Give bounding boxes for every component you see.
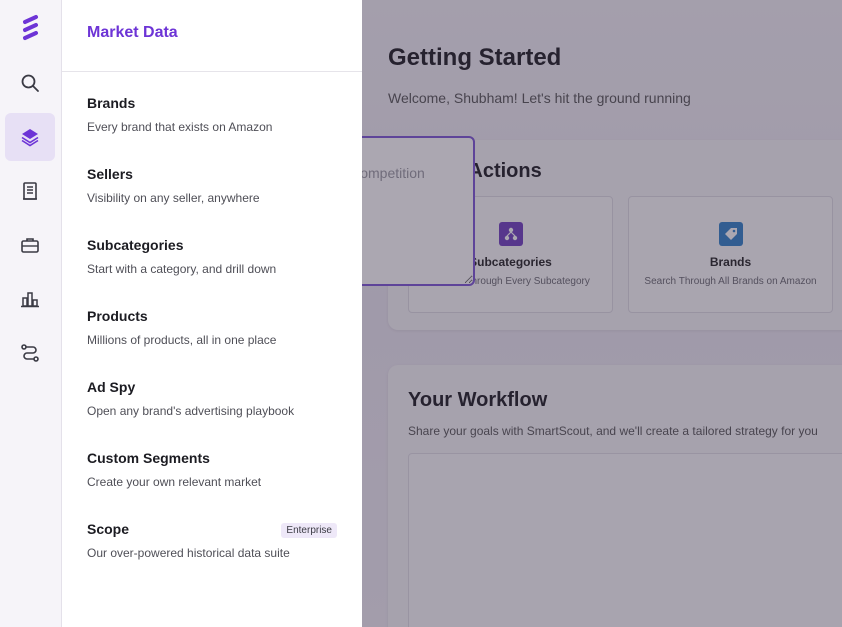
- menu-item-desc: Open any brand's advertising playbook: [87, 404, 295, 418]
- search-icon: [21, 74, 39, 92]
- rail-analytics[interactable]: [5, 275, 55, 323]
- rail-tools[interactable]: [5, 221, 55, 269]
- bar-chart-icon: [21, 292, 39, 308]
- menu-item-desc: Every brand that exists on Amazon: [87, 120, 273, 134]
- menu-item-custom-segments[interactable]: Custom Segments Create your own relevant…: [87, 450, 337, 510]
- layers-icon: [21, 129, 39, 147]
- briefcase-icon: [21, 238, 39, 253]
- menu-item-title: Subcategories: [87, 237, 184, 253]
- rail-market-data[interactable]: [5, 113, 55, 161]
- menu-item-desc: Start with a category, and drill down: [87, 262, 277, 276]
- icon-rail: [0, 0, 62, 627]
- menu-item-title: Brands: [87, 95, 136, 111]
- menu-item-title: Products: [87, 308, 148, 324]
- menu-item-title: Ad Spy: [87, 379, 136, 395]
- panel-title: Market Data: [87, 24, 178, 41]
- menu-item-sellers[interactable]: Sellers Visibility on any seller, anywhe…: [87, 166, 337, 226]
- menu-item-desc: Millions of products, all in one place: [87, 333, 277, 347]
- menu-item-scope[interactable]: Scope Enterprise Our over-powered histor…: [87, 521, 337, 581]
- menu-item-desc: Visibility on any seller, anywhere: [87, 191, 260, 205]
- menu-item-subcategories[interactable]: Subcategories Start with a category, and…: [87, 237, 337, 297]
- menu-item-products[interactable]: Products Millions of products, all in on…: [87, 308, 337, 368]
- menu-item-title: Sellers: [87, 166, 133, 182]
- rail-reports[interactable]: [5, 167, 55, 215]
- enterprise-badge: Enterprise: [281, 523, 337, 538]
- rail-workflows[interactable]: [5, 329, 55, 377]
- panel-header: Market Data: [62, 0, 362, 72]
- smartscout-logo[interactable]: [19, 14, 43, 44]
- document-icon: [23, 182, 37, 200]
- menu-item-brands[interactable]: Brands Every brand that exists on Amazon: [87, 95, 337, 155]
- market-data-panel: Market Data Brands Every brand that exis…: [62, 0, 362, 627]
- menu-item-title: Custom Segments: [87, 450, 210, 466]
- menu-item-desc: Our over-powered historical data suite: [87, 546, 290, 560]
- menu-item-desc: Create your own relevant market: [87, 475, 262, 489]
- menu-item-ad-spy[interactable]: Ad Spy Open any brand's advertising play…: [87, 379, 337, 439]
- route-icon: [21, 344, 39, 362]
- rail-search[interactable]: [5, 59, 55, 107]
